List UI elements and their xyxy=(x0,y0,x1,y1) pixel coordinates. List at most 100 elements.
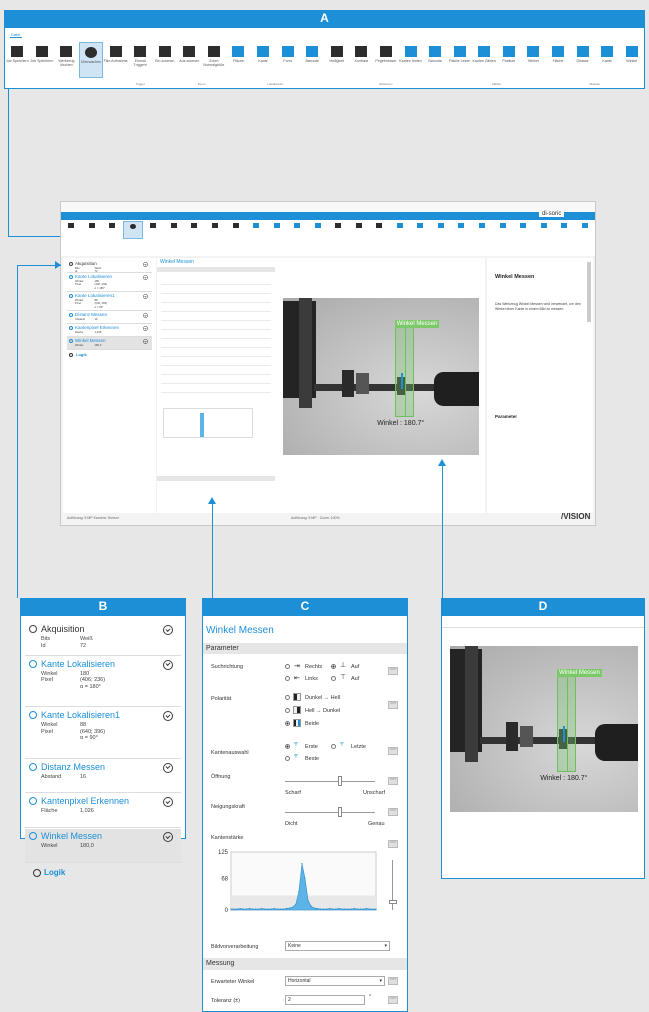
ribbon-button[interactable]: Fläche xyxy=(546,42,571,63)
kantenstaerke-menu-button[interactable]: ⋯ xyxy=(388,840,398,848)
ribbon-button[interactable]: Kanten finden xyxy=(398,42,423,63)
ribbon-button[interactable]: Kanten Zählen xyxy=(472,42,497,63)
polaritaet-menu-button[interactable]: ⋯ xyxy=(388,701,398,709)
ribbon-button[interactable]: Werkzeug löschen xyxy=(54,42,79,67)
step-item[interactable]: Akquisition Bits Weiß Id 72 xyxy=(25,622,181,656)
ribbon-button[interactable]: Job Speichern xyxy=(30,42,55,63)
ribbon-button[interactable]: Fläche xyxy=(226,42,251,63)
ribbon-button[interactable]: Distanz xyxy=(570,42,595,63)
step-item[interactable]: Kante Lokalisieren1 Winkel 88 Pixel (640; 39… xyxy=(67,292,152,311)
ribbon-button[interactable] xyxy=(143,221,164,229)
ribbon-button[interactable] xyxy=(82,221,103,229)
ribbon-button[interactable]: Pegelmesser xyxy=(374,42,399,63)
ribbon-button[interactable] xyxy=(205,221,226,229)
ribbon-button[interactable]: Position xyxy=(497,42,522,63)
chart-point xyxy=(304,877,306,879)
ribbon-button[interactable] xyxy=(369,221,390,229)
ribbon-button[interactable] xyxy=(574,221,595,229)
ribbon-button[interactable]: Einmal Triggern xyxy=(128,42,153,67)
ribbon-button[interactable] xyxy=(533,221,554,229)
ribbon-button[interactable]: Helligkeit xyxy=(325,42,350,63)
winkel-select[interactable]: Horizontal ▾ xyxy=(285,976,385,986)
ribbon-button[interactable] xyxy=(287,221,308,229)
neigung-slider-thumb[interactable] xyxy=(338,807,342,817)
ribbon-button[interactable]: Barcode xyxy=(423,42,448,63)
ribbon-button[interactable]: Winkel xyxy=(619,42,644,63)
step-item[interactable]: Distanz Messen Abstand 16 xyxy=(67,311,152,324)
ribbon-button[interactable] xyxy=(266,221,287,229)
logik-link[interactable]: Logik xyxy=(69,352,87,357)
radio-ab[interactable] xyxy=(331,676,336,681)
ribbon-button[interactable]: Aus-zoomen xyxy=(177,42,202,63)
neigung-menu-button[interactable]: ⋯ xyxy=(388,808,398,816)
ribbon-button[interactable] xyxy=(472,221,493,229)
step-item[interactable]: Kante Lokalisieren Winkel 180 Pixel (406; 23… xyxy=(25,657,181,708)
ribbon-button[interactable] xyxy=(164,221,185,229)
radio-erste[interactable] xyxy=(285,744,290,749)
edge-threshold-slider-thumb[interactable] xyxy=(389,900,397,904)
ribbon-button[interactable] xyxy=(492,221,513,229)
kantenauswahl-menu-button[interactable]: ⋯ xyxy=(388,747,398,755)
ribbon-button[interactable] xyxy=(184,221,205,229)
ribbon-button[interactable]: Kontrast xyxy=(349,42,374,63)
radio-rechts[interactable] xyxy=(285,664,290,669)
step-title: Kantenpixel Erkennen xyxy=(75,325,120,330)
suchrichtung-menu-button[interactable]: ⋯ xyxy=(388,667,398,675)
step-item[interactable]: Kante Lokalisieren1 Winkel 88 Pixel (640; 39… xyxy=(25,708,181,759)
ribbon-button[interactable] xyxy=(246,221,267,229)
ribbon-button[interactable] xyxy=(554,221,575,229)
ribbon-button[interactable]: Ein-zoomen xyxy=(152,42,177,63)
ok-check-icon xyxy=(163,797,173,808)
ribbon-button[interactable] xyxy=(122,221,144,240)
ribbon-button-label: Kanten finden xyxy=(399,58,422,63)
app-help-scrollbar[interactable] xyxy=(587,262,591,322)
ribbon-button[interactable]: Zoom Normalgröße xyxy=(202,42,227,67)
ribbon-button[interactable]: Job Speichern xyxy=(5,42,30,63)
bildvorverarbeitung-select[interactable]: Keine ▾ xyxy=(285,941,390,951)
ribbon-button[interactable] xyxy=(61,221,82,229)
step-item[interactable]: Kantenpixel Erkennen Fläche 1,026 xyxy=(25,794,181,829)
ribbon-button[interactable] xyxy=(451,221,472,229)
step-item[interactable]: Distanz Messen Abstand 16 xyxy=(25,760,181,794)
winkel-menu-button[interactable]: ⋯ xyxy=(388,977,398,985)
ribbon-button[interactable]: Form xyxy=(275,42,300,63)
oeffnung-slider-thumb[interactable] xyxy=(338,776,342,786)
toleranz-menu-button[interactable]: ⋯ xyxy=(388,996,398,1004)
ribbon-button[interactable] xyxy=(410,221,431,229)
step-item[interactable]: Winkel Messen Winkel 180,0 xyxy=(25,829,181,864)
ribbon-tool-icon xyxy=(191,222,198,229)
ribbon-button[interactable] xyxy=(307,221,328,229)
radio-links[interactable] xyxy=(285,676,290,681)
ribbon-button[interactable]: Winkel xyxy=(521,42,546,63)
edge-strength-chart[interactable]: 125 68 0 xyxy=(209,848,381,920)
step-item[interactable]: Akquisition Bits Weiß Id 72 xyxy=(67,260,152,273)
ribbon-button[interactable] xyxy=(431,221,452,229)
ribbon-button[interactable] xyxy=(349,221,370,229)
ribbon-button[interactable]: Kante xyxy=(251,42,276,63)
neigung-slider-track[interactable] xyxy=(285,812,375,813)
oeffnung-menu-button[interactable]: ⋯ xyxy=(388,777,398,785)
step-item[interactable]: Winkel Messen Winkel 180,0 xyxy=(67,337,152,350)
ribbon-button[interactable]: Barcode xyxy=(300,42,325,63)
radio-beste[interactable] xyxy=(285,756,290,761)
radio-beide[interactable] xyxy=(285,721,290,726)
ribbon-button[interactable] xyxy=(225,221,246,229)
ribbon-button[interactable] xyxy=(328,221,349,229)
step-item[interactable]: Kante Lokalisieren Winkel 180 Pixel (406; 23… xyxy=(67,273,152,292)
ribbon-button[interactable]: Kante xyxy=(595,42,620,63)
logik-link[interactable]: Logik xyxy=(33,868,65,877)
radio-auf[interactable] xyxy=(331,664,336,669)
radio-letzte[interactable] xyxy=(331,744,336,749)
ribbon-button[interactable]: Überwachen xyxy=(78,42,104,79)
ribbon-button[interactable] xyxy=(390,221,411,229)
radio-dunkel-hell[interactable] xyxy=(285,695,290,700)
toleranz-input[interactable]: 2 xyxy=(285,995,365,1005)
ribbon-button[interactable]: Film Aufnahme xyxy=(103,42,128,63)
step-item[interactable]: Kantenpixel Erkennen Fläche 1,026 xyxy=(67,324,152,337)
oeffnung-slider-track[interactable] xyxy=(285,781,375,782)
ribbon-button[interactable]: Fläche Lesen xyxy=(447,42,472,63)
radio-hell-dunkel[interactable] xyxy=(285,708,290,713)
ribbon-button[interactable] xyxy=(102,221,123,229)
last-edge-icon: ⫧ xyxy=(340,741,344,748)
ribbon-button[interactable] xyxy=(513,221,534,229)
